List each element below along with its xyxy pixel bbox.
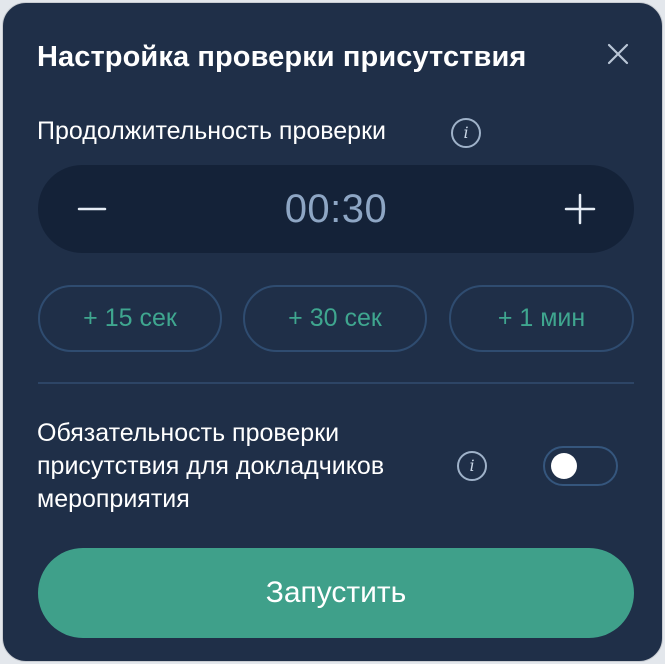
dialog-title: Настройка проверки присутствия [37,41,527,73]
duration-stepper: 00:30 [38,165,634,253]
increment-button[interactable] [558,187,602,231]
mandatory-check-toggle[interactable] [543,446,618,486]
toggle-knob [551,453,577,479]
duration-value: 00:30 [284,187,388,231]
mandatory-check-label: Обязательность проверки присутствия для … [37,419,385,513]
presence-check-dialog: Настройка проверки присутствия Продолжит… [2,2,663,662]
add-30-sec-button[interactable]: + 30 сек [243,285,427,352]
plus-icon [564,193,596,225]
close-icon [607,43,629,65]
add-15-sec-button[interactable]: + 15 сек [38,285,222,352]
duration-label: Продолжительность проверки [37,117,386,145]
divider [38,382,634,384]
close-button[interactable] [603,39,633,69]
info-icon[interactable]: i [457,451,487,481]
info-icon[interactable]: i [451,118,481,148]
minus-icon [77,207,107,211]
start-button[interactable]: Запустить [38,548,634,638]
decrement-button[interactable] [70,187,114,231]
add-1-min-button[interactable]: + 1 мин [449,285,634,352]
